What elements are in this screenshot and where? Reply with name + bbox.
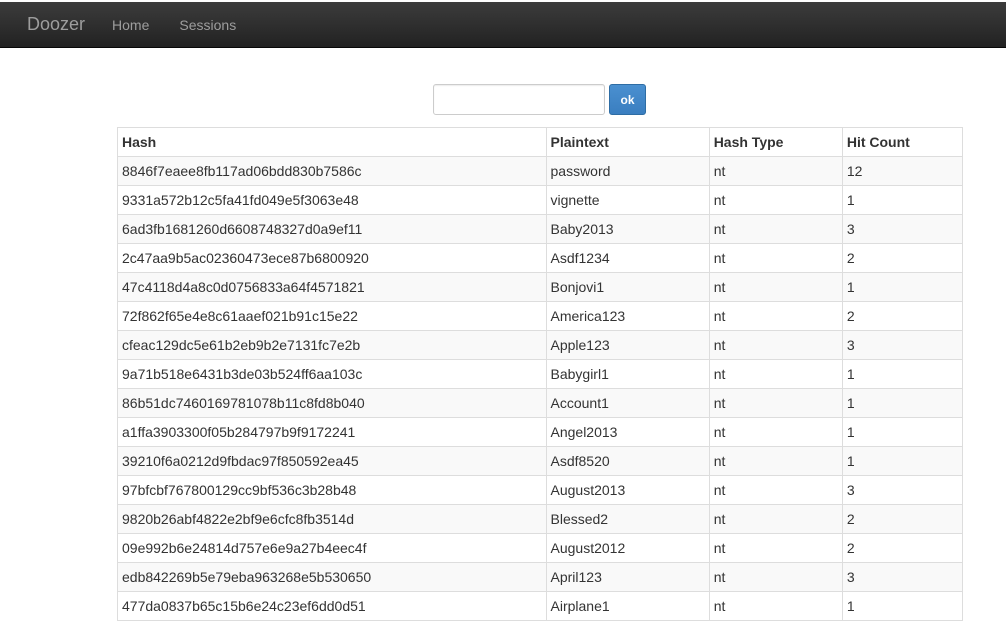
search-form: ok [433,84,646,115]
hash-type-cell: nt [708,272,843,302]
table-row: 9a71b518e6431b3de03b524ff6aa103c Babygirl… [117,359,964,389]
hash-cell: a1ffa3903300f05b284797b9f9172241 [117,417,547,447]
table-header-row: Hash Plaintext Hash Type Hit Count [117,127,964,157]
hash-type-cell: nt [708,504,843,534]
table-row: 47c4118d4a8c0d0756833a64f4571821 Bonjovi1… [117,272,964,302]
hit-count-cell: 3 [841,475,964,505]
hit-count-cell: 2 [841,533,964,563]
search-input[interactable] [433,84,605,115]
table-body: 8846f7eaee8fb117ad06bdd830b7586c password… [117,156,964,621]
plaintext-cell: April123 [545,562,710,592]
hit-count-cell: 3 [841,562,964,592]
hash-type-cell: nt [708,591,843,621]
table-row: 09e992b6e24814d757e6e9a27b4eec4f August20… [117,533,964,563]
hit-count-cell: 1 [841,359,964,389]
table-row: 8846f7eaee8fb117ad06bdd830b7586c password… [117,156,964,186]
table-row: a1ffa3903300f05b284797b9f9172241 Angel201… [117,417,964,447]
plaintext-cell: Bonjovi1 [545,272,710,302]
brand-link[interactable]: Doozer [27,14,85,35]
table-row: 39210f6a0212d9fbdac97f850592ea45 Asdf8520… [117,446,964,476]
nav-link-sessions[interactable]: Sessions [179,17,236,33]
plaintext-cell: vignette [545,185,710,215]
plaintext-cell: Asdf1234 [545,243,710,273]
plaintext-cell: Blessed2 [545,504,710,534]
table-row: 477da0837b65c15b6e24c23ef6dd0d51 Airplane… [117,591,964,621]
plaintext-cell: password [545,156,710,186]
hash-type-cell: nt [708,359,843,389]
table-row: 9820b26abf4822e2bf9e6cfc8fb3514d Blessed2… [117,504,964,534]
hash-type-cell: nt [708,156,843,186]
hit-count-cell: 2 [841,243,964,273]
hash-cell: 47c4118d4a8c0d0756833a64f4571821 [117,272,547,302]
hash-cell: edb842269b5e79eba963268e5b530650 [117,562,547,592]
plaintext-cell: Apple123 [545,330,710,360]
table-row: 2c47aa9b5ac02360473ece87b6800920 Asdf1234… [117,243,964,273]
hash-cell: 9331a572b12c5fa41fd049e5f3063e48 [117,185,547,215]
plaintext-cell: Baby2013 [545,214,710,244]
table-row: 86b51dc7460169781078b11c8fd8b040 Account1… [117,388,964,418]
plaintext-cell: Asdf8520 [545,446,710,476]
hash-cell: 86b51dc7460169781078b11c8fd8b040 [117,388,547,418]
plaintext-cell: Account1 [545,388,710,418]
hash-cell: 97bfcbf767800129cc9bf536c3b28b48 [117,475,547,505]
table-row: cfeac129dc5e61b2eb9b2e7131fc7e2b Apple123… [117,330,964,360]
table-row: 9331a572b12c5fa41fd049e5f3063e48 vignette… [117,185,964,215]
hit-count-cell: 1 [841,388,964,418]
hash-cell: 39210f6a0212d9fbdac97f850592ea45 [117,446,547,476]
hash-cell: 9820b26abf4822e2bf9e6cfc8fb3514d [117,504,547,534]
plaintext-cell: America123 [545,301,710,331]
plaintext-cell: August2013 [545,475,710,505]
hash-type-cell: nt [708,533,843,563]
hash-cell: 9a71b518e6431b3de03b524ff6aa103c [117,359,547,389]
hash-cell: 6ad3fb1681260d6608748327d0a9ef11 [117,214,547,244]
plaintext-cell: Angel2013 [545,417,710,447]
hash-cell: 8846f7eaee8fb117ad06bdd830b7586c [117,156,547,186]
hit-count-cell: 3 [841,214,964,244]
hash-cell: 477da0837b65c15b6e24c23ef6dd0d51 [117,591,547,621]
column-header-hash-type[interactable]: Hash Type [708,127,843,157]
nav-link-home[interactable]: Home [112,17,149,33]
hash-type-cell: nt [708,417,843,447]
hash-type-cell: nt [708,243,843,273]
hit-count-cell: 12 [841,156,964,186]
hash-cell: 2c47aa9b5ac02360473ece87b6800920 [117,243,547,273]
hit-count-cell: 1 [841,446,964,476]
column-header-hash[interactable]: Hash [117,127,547,157]
hash-type-cell: nt [708,475,843,505]
plaintext-cell: Airplane1 [545,591,710,621]
hit-count-cell: 1 [841,591,964,621]
results-table: Hash Plaintext Hash Type Hit Count 8846f… [117,127,964,621]
hit-count-cell: 3 [841,330,964,360]
hash-type-cell: nt [708,446,843,476]
column-header-plaintext[interactable]: Plaintext [545,127,710,157]
table-row: edb842269b5e79eba963268e5b530650 April123… [117,562,964,592]
hit-count-cell: 2 [841,301,964,331]
hash-type-cell: nt [708,185,843,215]
hit-count-cell: 1 [841,185,964,215]
ok-button[interactable]: ok [609,84,646,115]
hit-count-cell: 1 [841,417,964,447]
hash-cell: cfeac129dc5e61b2eb9b2e7131fc7e2b [117,330,547,360]
plaintext-cell: Babygirl1 [545,359,710,389]
hash-type-cell: nt [708,214,843,244]
hash-type-cell: nt [708,301,843,331]
navbar: Doozer Home Sessions [0,2,1006,48]
hash-type-cell: nt [708,330,843,360]
table-row: 6ad3fb1681260d6608748327d0a9ef11 Baby2013… [117,214,964,244]
hash-cell: 09e992b6e24814d757e6e9a27b4eec4f [117,533,547,563]
hit-count-cell: 2 [841,504,964,534]
hit-count-cell: 1 [841,272,964,302]
plaintext-cell: August2012 [545,533,710,563]
hash-type-cell: nt [708,388,843,418]
column-header-hit-count[interactable]: Hit Count [841,127,964,157]
table-row: 72f862f65e4e8c61aaef021b91c15e22 America1… [117,301,964,331]
hash-cell: 72f862f65e4e8c61aaef021b91c15e22 [117,301,547,331]
table-row: 97bfcbf767800129cc9bf536c3b28b48 August20… [117,475,964,505]
hash-type-cell: nt [708,562,843,592]
